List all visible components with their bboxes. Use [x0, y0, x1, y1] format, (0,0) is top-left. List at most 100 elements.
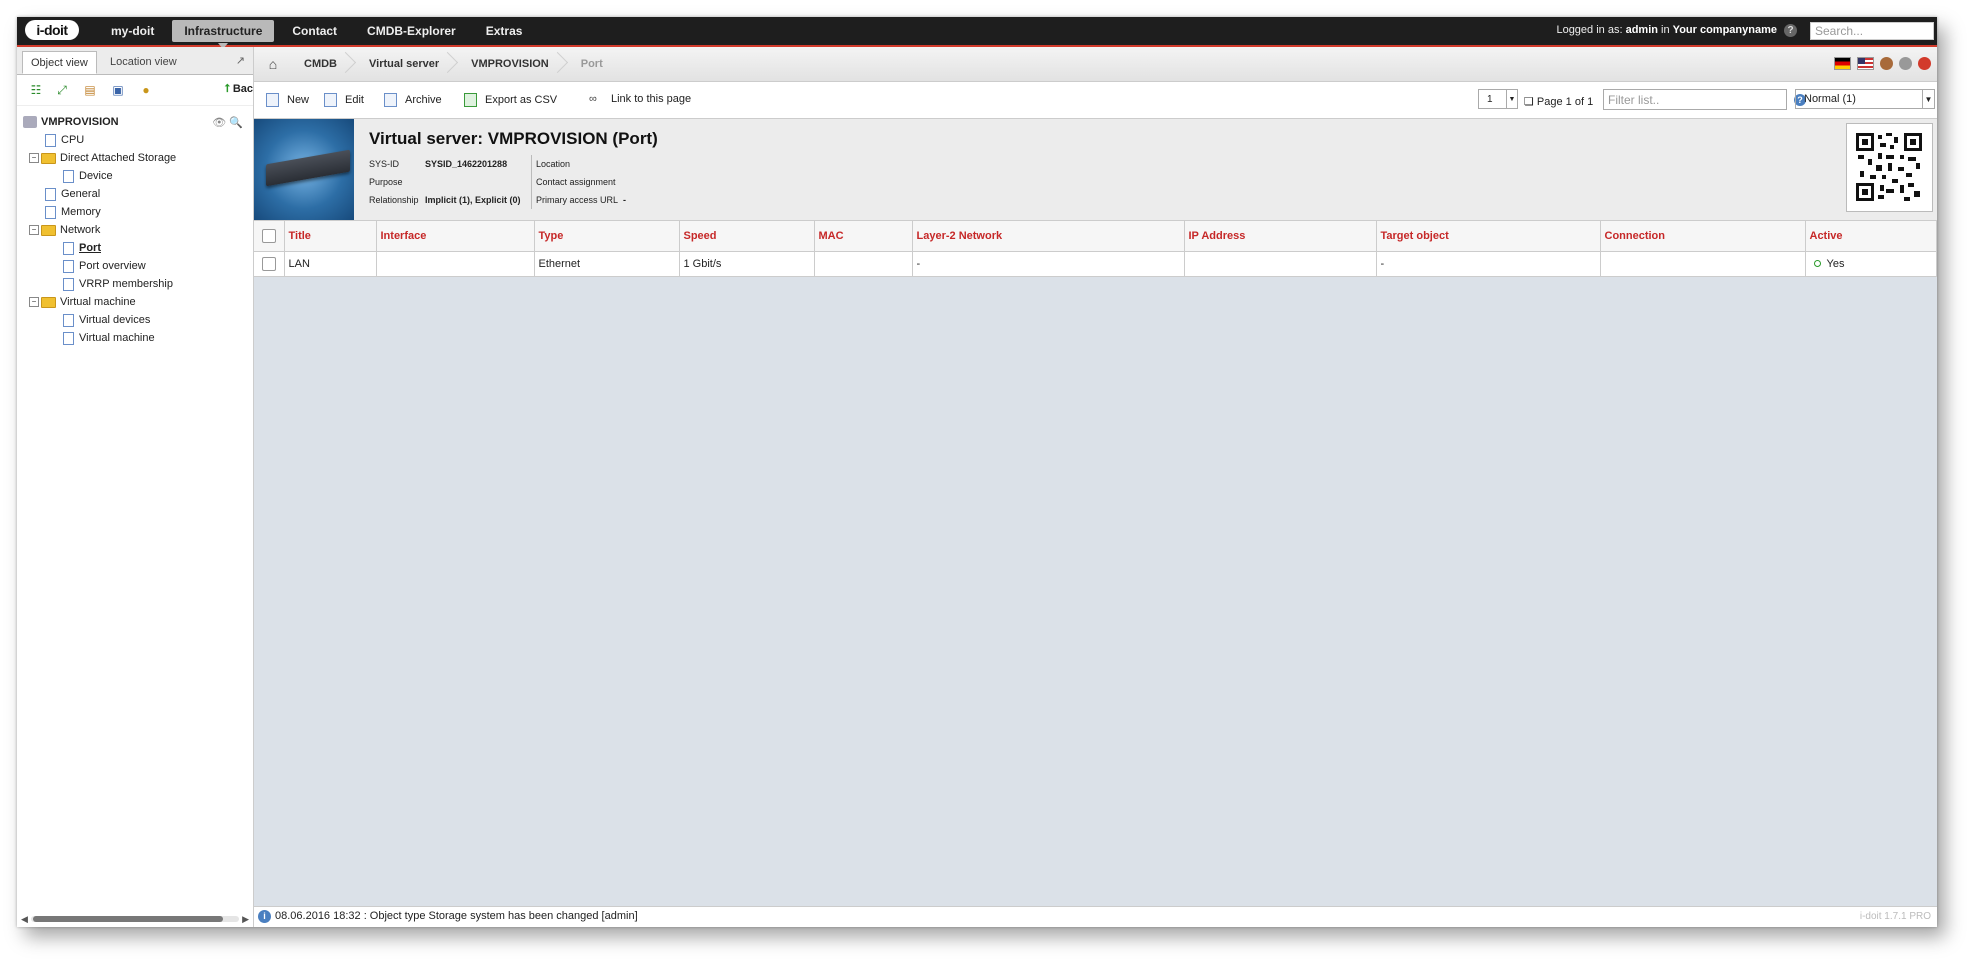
nav-contact[interactable]: Contact	[280, 20, 349, 42]
column-ip-address[interactable]: IP Address	[1184, 221, 1377, 252]
link-to-page-button[interactable]: ∞ Link to this page	[589, 93, 691, 105]
tree-view-tools[interactable]: 👁 🔍	[212, 114, 243, 132]
tree-item-port-overview[interactable]: Port overview	[23, 257, 253, 275]
table-header-row: Title Interface Type Speed MAC Layer-2 N…	[254, 221, 1937, 252]
us-flag-icon[interactable]	[1857, 57, 1874, 70]
export-csv-button[interactable]: Export as CSV	[464, 93, 557, 107]
global-search-input[interactable]	[1810, 22, 1934, 40]
column-layer2-network[interactable]: Layer-2 Network	[912, 221, 1185, 252]
breadcrumb: ⌂ CMDB Virtual server VMPROVISION Port	[254, 47, 1937, 82]
cell-layer2-network: -	[912, 251, 1185, 277]
select-all-checkbox[interactable]	[261, 229, 276, 243]
tree-item-direct-attached-storage[interactable]: − Direct Attached Storage	[23, 149, 253, 167]
tree-toolbar: ☷ ⤢ ▤ ▣ ● ⭡ Bac	[17, 75, 253, 106]
filter-list-input[interactable]	[1603, 89, 1787, 110]
document-icon	[63, 259, 74, 273]
active-status-icon	[1813, 260, 1821, 268]
edit-icon	[324, 93, 337, 107]
collapse-icon[interactable]: −	[29, 297, 39, 308]
i-doit-logo[interactable]: i-doit	[25, 20, 79, 40]
tree-root[interactable]: VMPROVISION 👁 🔍	[23, 113, 253, 131]
relationship-value: Implicit (1), Explicit (0)	[425, 191, 532, 209]
home-icon[interactable]: ⌂	[254, 47, 292, 81]
german-flag-icon[interactable]	[1834, 57, 1851, 70]
tree-item-cpu[interactable]: CPU	[23, 131, 253, 149]
tab-location-view[interactable]: Location view	[102, 51, 185, 74]
main-content: ⌂ CMDB Virtual server VMPROVISION Port N…	[254, 47, 1937, 927]
tree-item-general[interactable]: General	[23, 185, 253, 203]
column-title[interactable]: Title	[284, 221, 377, 252]
back-button[interactable]: ⭡ Bac	[225, 83, 253, 96]
scroll-right-icon[interactable]: ▶	[242, 914, 249, 925]
column-interface[interactable]: Interface	[376, 221, 535, 252]
tree-horizontal-scrollbar[interactable]: ◀ ▶	[21, 914, 249, 925]
object-tree: VMPROVISION 👁 🔍 CPU − Direct Attached Sto…	[17, 106, 253, 347]
lock-icon[interactable]: ●	[139, 83, 153, 97]
tree-item-virtual-devices[interactable]: Virtual devices	[23, 311, 253, 329]
csv-icon	[464, 93, 477, 107]
tree-item-port[interactable]: Port	[23, 239, 253, 257]
document-icon	[45, 133, 56, 147]
location-label: Location	[536, 159, 571, 169]
row-checkbox[interactable]	[261, 257, 276, 271]
tree-item-device[interactable]: Device	[23, 167, 253, 185]
tree-item-virtual-machine[interactable]: Virtual machine	[23, 329, 253, 347]
logout-icon[interactable]	[1918, 57, 1931, 70]
breadcrumb-virtual-server[interactable]: Virtual server	[357, 47, 459, 81]
primary-access-url-label: Primary access URL -	[536, 195, 627, 205]
tree-structure-icon[interactable]: ☷	[29, 83, 43, 97]
status-message: 08.06.2016 18:32 : Object type Storage s…	[275, 910, 638, 922]
nav-cmdb-explorer[interactable]: CMDB-Explorer	[355, 20, 468, 42]
breadcrumb-cmdb[interactable]: CMDB	[292, 47, 357, 81]
tree-item-vrrp-membership[interactable]: VRRP membership	[23, 275, 253, 293]
scroll-left-icon[interactable]: ◀	[21, 914, 28, 925]
column-active[interactable]: Active	[1805, 221, 1937, 252]
breadcrumb-port: Port	[580, 58, 603, 70]
cell-type: Ethernet	[534, 251, 680, 277]
list-mode-select[interactable]: Normal (1) ▼	[1795, 89, 1935, 109]
expand-all-icon[interactable]: ⤢	[55, 83, 69, 97]
left-panel: Object view Location view ↗ ☷ ⤢ ▤ ▣ ● ⭡ B…	[17, 47, 254, 927]
edit-button[interactable]: Edit	[324, 93, 364, 107]
column-connection[interactable]: Connection	[1600, 221, 1806, 252]
relationship-label: Relationship	[369, 195, 419, 205]
server-image	[266, 149, 350, 187]
collapse-icon[interactable]: −	[29, 153, 39, 164]
document-icon	[63, 277, 74, 291]
nav-extras[interactable]: Extras	[474, 20, 535, 42]
login-info: Logged in as: admin in Your companyname	[1556, 24, 1777, 36]
column-speed[interactable]: Speed	[679, 221, 815, 252]
list-view-icon[interactable]: ▤	[83, 83, 97, 97]
scroll-thumb[interactable]	[33, 916, 223, 922]
port-list-table: Title Interface Type Speed MAC Layer-2 N…	[254, 221, 1937, 277]
chevron-down-icon: ▼	[1922, 90, 1934, 108]
server-icon	[23, 116, 37, 129]
document-icon	[45, 187, 56, 201]
login-user: admin	[1625, 24, 1658, 36]
page-select[interactable]: 1 ▼	[1478, 89, 1518, 109]
tree-item-virtual-machine-folder[interactable]: − Virtual machine	[23, 293, 253, 311]
collapse-icon[interactable]: −	[29, 225, 39, 236]
sysid-label: SYS-ID	[369, 159, 400, 169]
column-type[interactable]: Type	[534, 221, 680, 252]
new-document-icon	[266, 93, 279, 107]
tree-item-memory[interactable]: Memory	[23, 203, 253, 221]
purpose-value	[425, 173, 532, 191]
tree-item-network[interactable]: − Network	[23, 221, 253, 239]
nav-my-doit[interactable]: my-doit	[99, 20, 166, 42]
gear-icon[interactable]	[1899, 57, 1912, 70]
page-info: ❏ Page 1 of 1	[1524, 96, 1594, 108]
column-mac[interactable]: MAC	[814, 221, 913, 252]
popout-icon[interactable]: ↗	[236, 54, 245, 67]
breadcrumb-vmprovision[interactable]: VMPROVISION	[459, 47, 569, 81]
table-row[interactable]: LAN Ethernet 1 Gbit/s - - Yes	[254, 251, 1937, 277]
column-target-object[interactable]: Target object	[1376, 221, 1601, 252]
new-button[interactable]: New	[266, 93, 309, 107]
archive-button[interactable]: Archive	[384, 93, 442, 107]
nav-infrastructure[interactable]: Infrastructure	[172, 20, 275, 49]
tab-object-view[interactable]: Object view	[22, 51, 97, 74]
help-icon[interactable]: ?	[1784, 24, 1797, 37]
qr-code[interactable]	[1846, 123, 1933, 212]
user-icon[interactable]	[1880, 57, 1893, 70]
book-icon[interactable]: ▣	[111, 83, 125, 97]
